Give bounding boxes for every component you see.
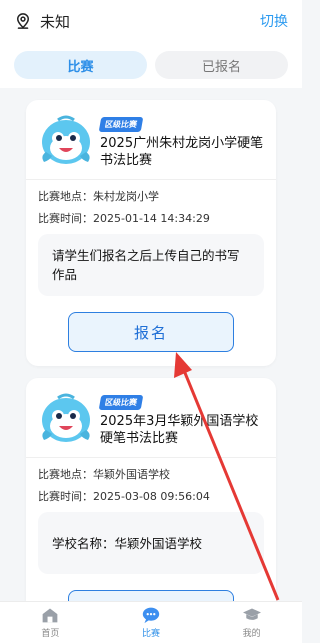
description-box: 请学生们报名之后上传自己的书写作品 bbox=[38, 234, 264, 296]
competition-card: 区级比赛 2025广州朱村龙岗小学硬笔书法比赛 比赛地点：朱村龙岗小学 比赛时间… bbox=[26, 100, 276, 366]
chat-bubble-icon bbox=[142, 607, 160, 624]
top-bar: 未知 切换 bbox=[0, 0, 302, 42]
location-text: 未知 bbox=[40, 12, 71, 31]
dolphin-mascot-icon bbox=[42, 393, 90, 442]
time-value: 2025-03-08 09:56:04 bbox=[93, 490, 210, 503]
description-text: 学校名称：华颖外国语学校 bbox=[52, 535, 203, 551]
competition-list[interactable]: 区级比赛 2025广州朱村龙岗小学硬笔书法比赛 比赛地点：朱村龙岗小学 比赛时间… bbox=[0, 88, 302, 601]
signup-button[interactable]: 报名 bbox=[68, 590, 234, 601]
time-label: 比赛时间： bbox=[38, 490, 93, 503]
tab-competitions[interactable]: 比赛 bbox=[14, 51, 147, 79]
level-badge: 区级比赛 bbox=[98, 395, 144, 410]
nav-competitions-label: 比赛 bbox=[141, 629, 160, 639]
time-row: 比赛时间：2025-03-08 09:56:04 bbox=[38, 488, 264, 504]
bottom-nav: 首页 比赛 我的 bbox=[0, 601, 302, 643]
graduation-cap-icon bbox=[242, 608, 261, 620]
location-row: 比赛地点：朱村龙岗小学 bbox=[38, 188, 264, 204]
competition-title: 2025年3月华颖外国语学校硬笔书法比赛 bbox=[100, 414, 259, 446]
time-value: 2025-01-14 14:34:29 bbox=[93, 212, 210, 225]
divider bbox=[26, 457, 276, 458]
tab-bar: 比赛 已报名 bbox=[0, 42, 302, 88]
time-row: 比赛时间：2025-01-14 14:34:29 bbox=[38, 210, 264, 226]
level-badge: 区级比赛 bbox=[98, 117, 144, 132]
switch-location-button[interactable]: 切换 bbox=[260, 11, 288, 31]
location-row: 比赛地点：华颖外国语学校 bbox=[38, 466, 264, 482]
signup-button[interactable]: 报名 bbox=[68, 312, 234, 352]
home-icon bbox=[42, 608, 58, 623]
competition-title: 2025广州朱村龙岗小学硬笔书法比赛 bbox=[100, 136, 264, 168]
location-value: 朱村龙岗小学 bbox=[93, 190, 159, 203]
time-label: 比赛时间： bbox=[38, 212, 93, 225]
dolphin-mascot-icon bbox=[42, 115, 90, 164]
description-box: 学校名称：华颖外国语学校 bbox=[38, 512, 264, 574]
location-label: 比赛地点： bbox=[38, 190, 93, 203]
nav-profile[interactable]: 我的 bbox=[222, 606, 282, 639]
nav-competitions[interactable]: 比赛 bbox=[121, 606, 181, 639]
location-selector[interactable]: 未知 bbox=[14, 11, 70, 32]
divider bbox=[26, 179, 276, 180]
location-pin-icon bbox=[16, 13, 30, 29]
nav-home-label: 首页 bbox=[41, 629, 60, 639]
competition-card: 区级比赛 2025年3月华颖外国语学校硬笔书法比赛 比赛地点：华颖外国语学校 比… bbox=[26, 378, 276, 601]
location-value: 华颖外国语学校 bbox=[93, 468, 170, 481]
location-label: 比赛地点： bbox=[38, 468, 93, 481]
nav-profile-label: 我的 bbox=[242, 629, 261, 639]
tab-registered[interactable]: 已报名 bbox=[155, 51, 288, 79]
nav-home[interactable]: 首页 bbox=[20, 606, 80, 639]
description-text: 请学生们报名之后上传自己的书写作品 bbox=[52, 248, 240, 282]
